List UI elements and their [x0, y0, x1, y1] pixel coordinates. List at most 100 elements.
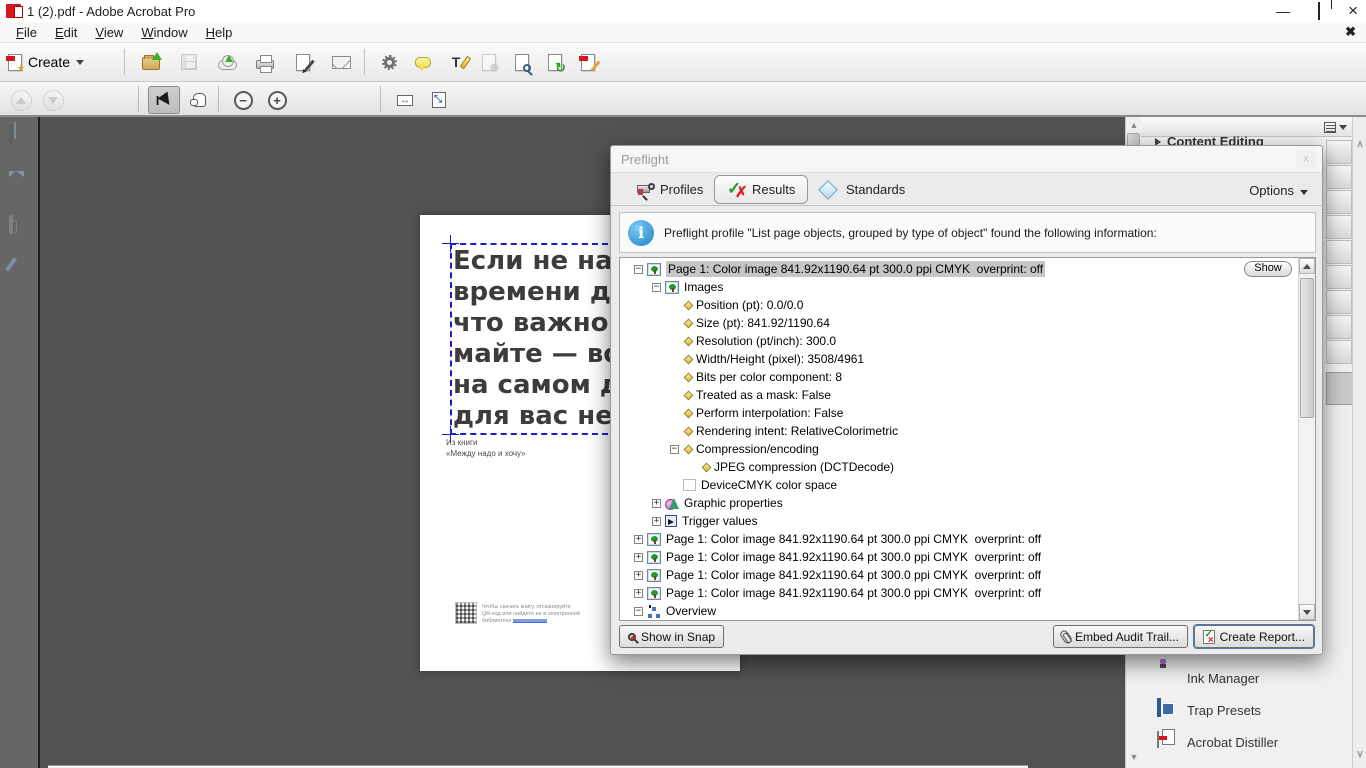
zoom-in-button[interactable]: + [262, 86, 292, 114]
scroll-down-icon[interactable] [1299, 604, 1315, 620]
scroll-up-icon[interactable]: ▲ [1126, 117, 1142, 133]
minimize-button[interactable]: — [1276, 0, 1290, 22]
panel-item-trap-presets[interactable]: Trap Presets [1141, 694, 1351, 726]
scroll-down-icon[interactable]: ▼ [1126, 749, 1142, 765]
collapse-box-icon[interactable]: − [634, 607, 643, 616]
title-bar: 1 (2).pdf - Adobe Acrobat Pro — × [0, 0, 1366, 22]
preferences-button[interactable] [374, 48, 404, 76]
tree-row[interactable]: Perform interpolation: False [620, 404, 1298, 422]
tree-row[interactable]: DeviceCMYK color space [620, 476, 1298, 494]
expand-box-icon[interactable]: + [652, 517, 661, 526]
tree-row[interactable]: +Page 1: Color image 841.92x1190.64 pt 3… [620, 530, 1298, 548]
close-document-icon[interactable]: ✖ [1345, 24, 1356, 40]
dialog-title-bar[interactable]: Preflight x [611, 146, 1322, 173]
show-in-snap-button[interactable]: Show in Snap [619, 625, 724, 648]
menu-file[interactable]: File [8, 23, 45, 42]
delete-pages-button[interactable]: ⊗ [474, 48, 504, 76]
tree-row[interactable]: −Page 1: Color image 841.92x1190.64 pt 3… [620, 260, 1298, 278]
expand-box-icon[interactable]: + [634, 553, 643, 562]
panel-item-ink-manager[interactable]: Ink Manager [1141, 662, 1351, 694]
panel-scrollbar[interactable]: ∧ ∨ [1352, 117, 1366, 768]
menu-window[interactable]: Window [133, 23, 195, 42]
create-button[interactable]: ★ Create [8, 48, 94, 76]
highlight-button[interactable]: T [441, 48, 471, 76]
tree-row[interactable]: Rendering intent: RelativeColorimetric [620, 422, 1298, 440]
tree-row[interactable]: Treated as a mask: False [620, 386, 1298, 404]
scroll-up-icon[interactable]: ∧ [1353, 139, 1366, 150]
dialog-close-button[interactable]: x [1296, 150, 1316, 168]
menu-help[interactable]: Help [198, 23, 241, 42]
hand-tool-button[interactable] [184, 86, 214, 114]
zoom-out-button[interactable]: − [228, 86, 258, 114]
menu-edit[interactable]: Edit [47, 23, 85, 42]
previous-page-button[interactable] [6, 86, 36, 114]
tree-row[interactable]: −Compression/encoding [620, 440, 1298, 458]
edit-pdf-button[interactable] [573, 48, 603, 76]
attachments-icon[interactable] [9, 217, 29, 237]
expand-box-icon[interactable]: + [634, 589, 643, 598]
restore-button[interactable] [1318, 0, 1320, 22]
tree-row[interactable]: +Trigger values [620, 512, 1298, 530]
show-button[interactable]: Show [1244, 261, 1292, 277]
tree-row[interactable]: −Images [620, 278, 1298, 296]
tab-results[interactable]: ✓✗ Results [714, 175, 808, 204]
tree-row[interactable]: +Page 1: Color image 841.92x1190.64 pt 3… [620, 584, 1298, 602]
panel-options-button[interactable] [1324, 120, 1350, 134]
document-caption: Из книги «Между надо и хочу» [446, 437, 526, 459]
panel-scroll-thumb[interactable] [1326, 372, 1354, 405]
qr-caption: Чтобы скачать книгу, отсканируйте QR-код… [482, 602, 580, 625]
options-dropdown[interactable]: Options [1249, 183, 1308, 198]
tree-scrollbar[interactable] [1298, 258, 1315, 620]
email-button[interactable] [326, 48, 356, 76]
tree-row[interactable]: Bits per color component: 8 [620, 368, 1298, 386]
collapse-box-icon[interactable]: − [634, 265, 643, 274]
tree-row[interactable]: −Overview [620, 602, 1298, 620]
expand-box-icon[interactable]: + [634, 535, 643, 544]
tree-row[interactable]: +Graphic properties [620, 494, 1298, 512]
fill-sign-button[interactable] [288, 48, 318, 76]
panel-section-edge [1326, 290, 1352, 314]
scrolling-mode-button[interactable]: ↔ [390, 86, 420, 114]
select-tool-button[interactable]: I [148, 86, 180, 114]
tree-row[interactable]: Position (pt): 0.0/0.0 [620, 296, 1298, 314]
collapse-box-icon[interactable]: − [670, 445, 679, 454]
diamond-icon [684, 390, 694, 400]
diamond-icon [702, 462, 712, 472]
tree-row[interactable]: +Page 1: Color image 841.92x1190.64 pt 3… [620, 566, 1298, 584]
create-report-button[interactable]: Create Report... [1194, 625, 1314, 648]
tree-row[interactable]: +Page 1: Color image 841.92x1190.64 pt 3… [620, 548, 1298, 566]
tree-row[interactable]: Size (pt): 841.92/1190.64 [620, 314, 1298, 332]
close-button[interactable]: × [1348, 0, 1358, 22]
fit-page-button[interactable]: ⤡ [424, 86, 454, 114]
edit-pdf-icon [581, 54, 595, 71]
find-button[interactable] [507, 48, 537, 76]
tab-standards[interactable]: Standards [807, 175, 917, 204]
diamond-icon [684, 336, 694, 346]
collapse-box-icon[interactable]: − [652, 283, 661, 292]
embed-audit-trail-button[interactable]: Embed Audit Trail... [1053, 625, 1188, 648]
tab-profiles[interactable]: Profiles [625, 175, 715, 204]
export-button[interactable]: ↻ [540, 48, 570, 76]
upload-button[interactable] [212, 48, 242, 76]
tree-row[interactable]: JPEG compression (DCTDecode) [620, 458, 1298, 476]
bookmarks-icon[interactable] [9, 171, 29, 191]
expand-box-icon[interactable]: + [652, 499, 661, 508]
tree-row[interactable]: Width/Height (pixel): 3508/4961 [620, 350, 1298, 368]
print-button[interactable] [250, 48, 280, 76]
scroll-up-icon[interactable] [1299, 258, 1315, 274]
signatures-icon[interactable] [9, 261, 29, 281]
save-button[interactable] [174, 48, 204, 76]
expand-box-icon[interactable]: + [634, 571, 643, 580]
menu-view[interactable]: View [87, 23, 131, 42]
panel-item-acrobat-distiller[interactable]: Acrobat Distiller [1141, 726, 1351, 758]
open-button[interactable] [136, 48, 166, 76]
results-icon: ✓✗ [727, 182, 747, 198]
scroll-down-icon[interactable]: ∨ [1353, 749, 1366, 760]
tree-row[interactable]: Resolution (pt/inch): 300.0 [620, 332, 1298, 350]
comment-button[interactable] [408, 48, 438, 76]
next-page-button[interactable] [38, 86, 68, 114]
scrollbar-thumb[interactable] [1300, 278, 1314, 418]
page-up-icon [11, 90, 32, 111]
qr-code [455, 602, 477, 624]
page-thumbnails-icon[interactable] [9, 127, 29, 147]
